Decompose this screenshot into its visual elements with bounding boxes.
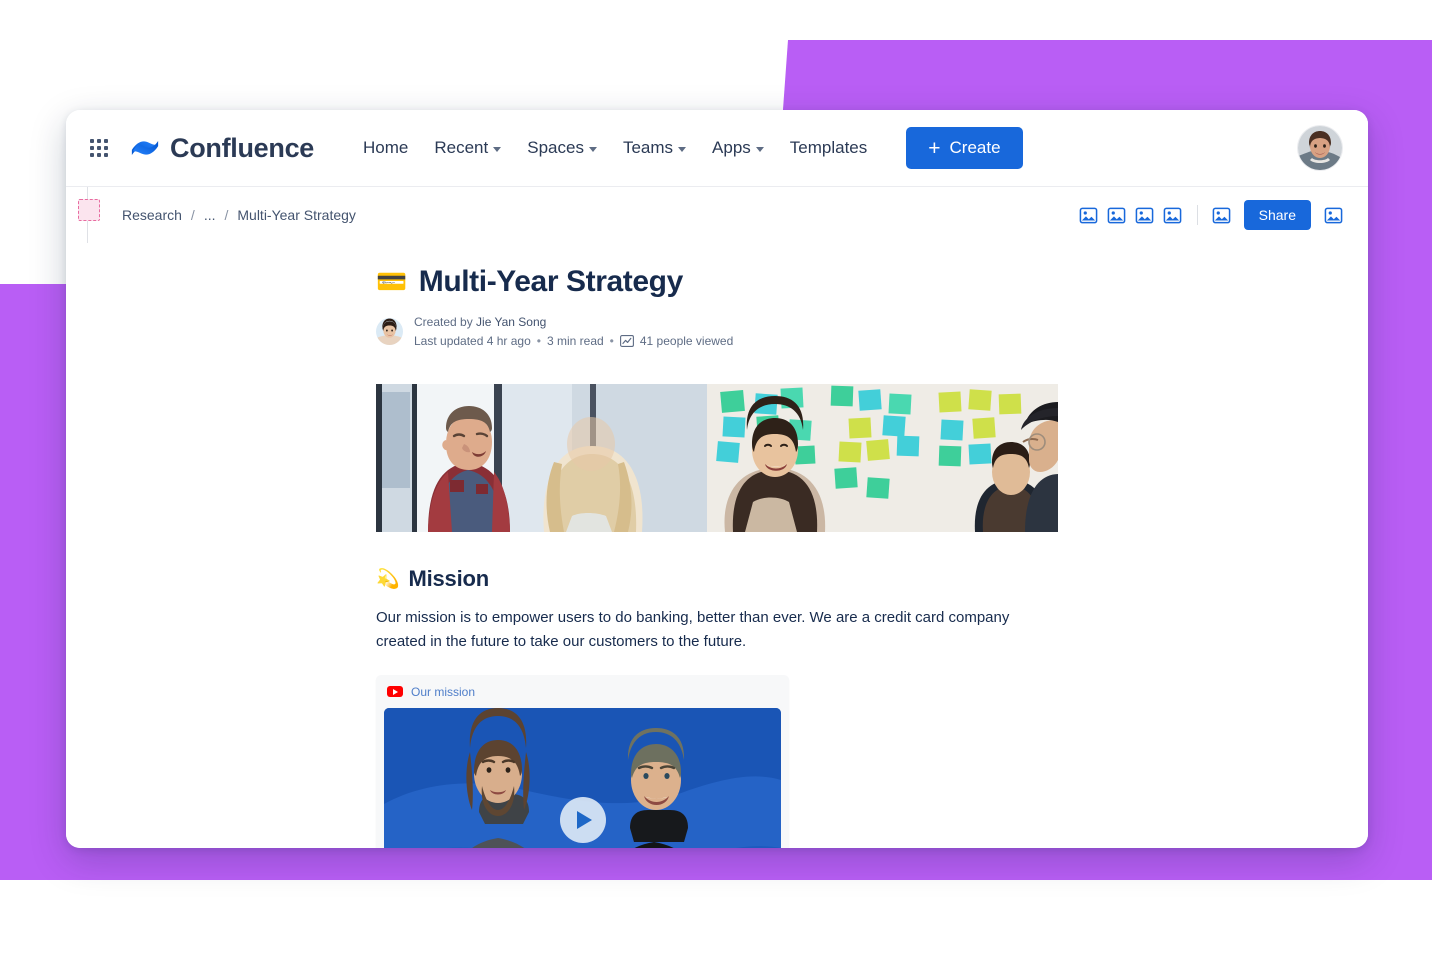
- confluence-brand[interactable]: Confluence: [130, 133, 314, 164]
- analytics-chart-icon: [619, 334, 634, 347]
- breadcrumb-separator: /: [190, 207, 195, 223]
- nav-item-label: Spaces: [527, 138, 584, 157]
- breadcrumb-item-current: Multi-Year Strategy: [237, 207, 356, 223]
- decorative-purple-bottom-cut: [1128, 880, 1432, 958]
- share-button[interactable]: Share: [1243, 200, 1311, 230]
- hero-image-right: [707, 384, 1058, 533]
- nav-item-teams[interactable]: Teams: [610, 130, 699, 166]
- hero-image: [376, 384, 1058, 533]
- video-embed-header: Our mission: [384, 683, 781, 708]
- byline-meta-row: Last updated 4 hr ago • 3 min read • 41 …: [414, 332, 733, 351]
- nav-item-label: Recent: [434, 138, 489, 157]
- comet-emoji: 💫: [376, 568, 400, 590]
- youtube-icon: [387, 686, 403, 698]
- byline-author: Jie Yan Song: [476, 315, 547, 329]
- credit-card-emoji: 💳: [376, 267, 407, 296]
- confluence-logo-icon: [130, 133, 160, 163]
- create-button[interactable]: + Create: [906, 127, 1023, 169]
- hero-image-left: [376, 384, 707, 533]
- video-thumbnail[interactable]: [384, 707, 781, 848]
- breadcrumb-separator: /: [224, 207, 229, 223]
- breadcrumb-item-research[interactable]: Research: [122, 207, 182, 223]
- nav-item-label: Apps: [712, 138, 751, 157]
- byline-text: Created by Jie Yan Song Last updated 4 h…: [414, 313, 733, 350]
- page-title: 💳 Multi-Year Strategy: [376, 265, 1058, 299]
- byline-last-updated: Last updated 4 hr ago: [414, 333, 531, 348]
- decorative-purple-top-notch: [905, 40, 1432, 56]
- chevron-down-icon: [678, 147, 687, 152]
- byline-created: Created by Jie Yan Song: [414, 313, 733, 332]
- page-actions-toolbar: Share: [1078, 200, 1344, 230]
- confluence-app-window: Confluence Home Recent Spaces Teams Apps…: [66, 110, 1368, 848]
- document-scroll-area[interactable]: 💳 Multi-Year Strategy Created by Jie Yan…: [66, 243, 1368, 848]
- avatar[interactable]: [1298, 126, 1342, 170]
- nav-item-label: Teams: [622, 138, 674, 157]
- image-placeholder-icon[interactable]: [1211, 204, 1233, 226]
- author-avatar[interactable]: [376, 318, 403, 346]
- image-placeholder-icon[interactable]: [1106, 204, 1128, 226]
- video-embed-label[interactable]: Our mission: [411, 685, 475, 699]
- product-name: Confluence: [170, 132, 315, 163]
- byline-views: 41 people viewed: [639, 333, 734, 348]
- byline-created-prefix: Created by: [414, 315, 473, 329]
- nav-links: Home Recent Spaces Teams Apps Templates: [350, 130, 880, 166]
- byline-separator: •: [609, 333, 614, 348]
- document-content: 💳 Multi-Year Strategy Created by Jie Yan…: [376, 243, 1058, 848]
- create-button-label: Create: [949, 138, 1001, 157]
- image-placeholder-icon[interactable]: [1134, 204, 1156, 226]
- section-paragraph-mission: Our mission is to empower users to do ba…: [376, 609, 1010, 651]
- nav-item-recent[interactable]: Recent: [421, 130, 514, 166]
- breadcrumb: Research / ... / Multi-Year Strategy: [122, 207, 356, 223]
- top-navigation-bar: Confluence Home Recent Spaces Teams Apps…: [66, 110, 1368, 187]
- apps-grid-icon[interactable]: [86, 135, 112, 161]
- section-heading-mission: 💫 Mission: [376, 566, 1058, 592]
- nav-item-apps[interactable]: Apps: [699, 130, 777, 166]
- byline-separator: •: [536, 333, 541, 348]
- breadcrumb-item-ellipsis[interactable]: ...: [204, 207, 216, 223]
- nav-item-label: Templates: [789, 138, 868, 157]
- screenshot-stage: Confluence Home Recent Spaces Teams Apps…: [0, 0, 1432, 958]
- plus-icon: +: [928, 136, 941, 160]
- decorative-purple-left-cut: [0, 880, 20, 958]
- nav-item-label: Home: [363, 138, 409, 157]
- image-placeholder-icon[interactable]: [1322, 204, 1344, 226]
- toolbar-divider: [1196, 205, 1198, 225]
- image-placeholder-icon[interactable]: [1162, 204, 1184, 226]
- nav-item-templates[interactable]: Templates: [777, 130, 880, 166]
- breadcrumb-bar: Research / ... / Multi-Year Strategy Sha…: [66, 187, 1368, 803]
- page-byline: Created by Jie Yan Song Last updated 4 h…: [376, 313, 1058, 350]
- chevron-down-icon: [493, 147, 502, 152]
- nav-item-home[interactable]: Home: [350, 130, 421, 166]
- space-thumbnail-placeholder-icon[interactable]: [78, 199, 100, 221]
- chevron-down-icon: [588, 147, 597, 152]
- section-heading-text: Mission: [408, 566, 489, 592]
- video-embed-card[interactable]: Our mission: [376, 674, 789, 848]
- page-title-text: Multi-Year Strategy: [418, 265, 684, 298]
- byline-read-time: 3 min read: [546, 333, 604, 348]
- play-button-icon[interactable]: [559, 796, 606, 843]
- chevron-down-icon: [755, 147, 764, 152]
- nav-item-spaces[interactable]: Spaces: [514, 130, 610, 166]
- image-placeholder-icon[interactable]: [1078, 204, 1100, 226]
